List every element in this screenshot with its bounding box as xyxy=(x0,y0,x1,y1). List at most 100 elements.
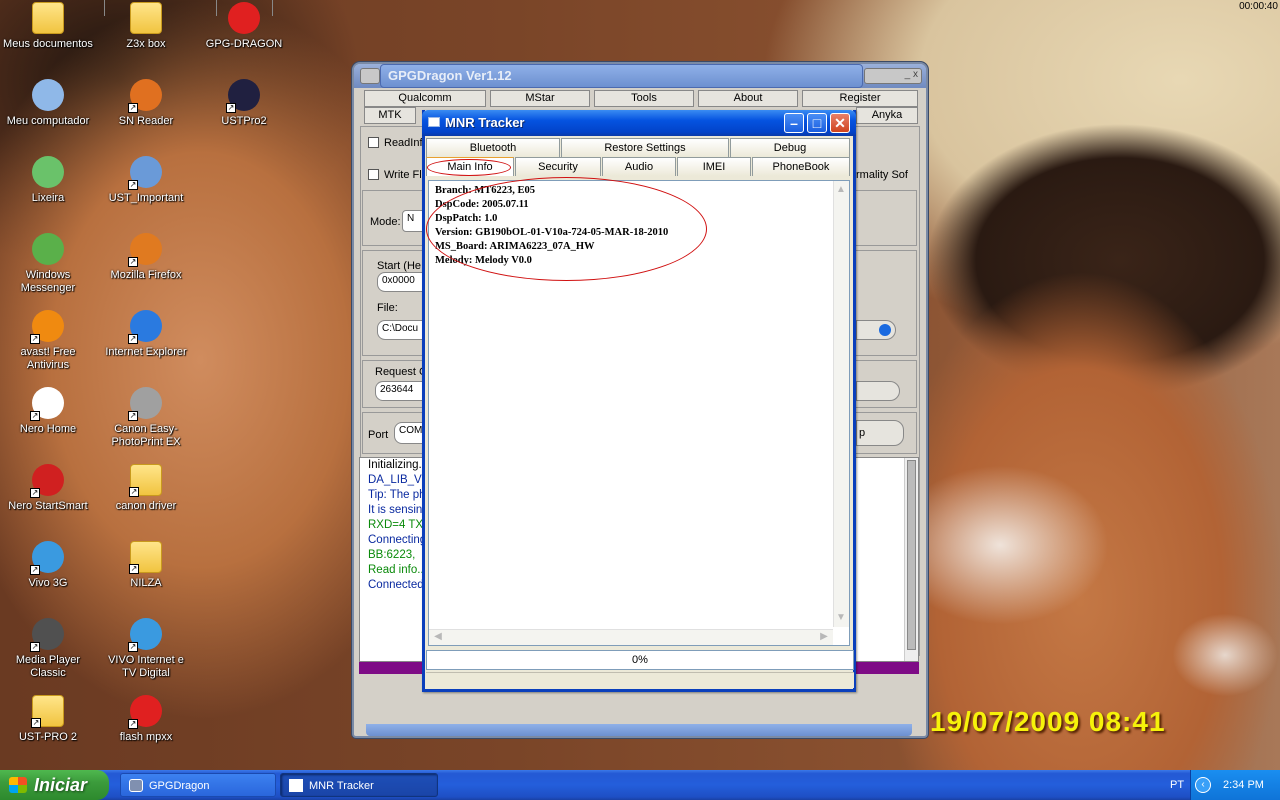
desktop-icon[interactable]: ↗ canon driver xyxy=(101,464,191,513)
file-label: File: xyxy=(377,302,398,314)
no-entry-icon xyxy=(228,2,260,34)
tab-restore-settings[interactable]: Restore Settings xyxy=(561,138,729,157)
tab-anyka[interactable]: Anyka xyxy=(856,107,918,124)
tab-debug[interactable]: Debug xyxy=(730,138,850,157)
port-button[interactable]: p xyxy=(856,420,904,446)
desktop-icon[interactable]: ↗ SN Reader xyxy=(101,79,191,128)
desktop-icon[interactable]: ↗ Internet Explorer xyxy=(101,310,191,359)
gpgdragon-title: GPGDragon Ver1.12 xyxy=(388,68,512,83)
desktop-icon-label: Internet Explorer xyxy=(105,346,187,358)
file-path-input[interactable]: C:\Docu xyxy=(377,320,423,340)
start-button[interactable]: Iniciar xyxy=(0,770,109,800)
start-label: Start (He xyxy=(377,260,422,272)
desktop-icon-label: flash mpxx xyxy=(119,731,173,743)
request-code-input[interactable]: 263644 xyxy=(375,381,423,401)
desktop-icon[interactable]: Lixeira xyxy=(3,156,93,205)
tab-mstar[interactable]: MStar xyxy=(490,90,590,107)
desktop-icon[interactable]: ↗ avast! Free Antivirus xyxy=(3,310,93,372)
recycle-bin-icon xyxy=(32,156,64,188)
vivo-icon: ↗ xyxy=(128,618,162,652)
tab-security[interactable]: Security xyxy=(515,157,601,176)
desktop-icon[interactable]: GPG-DRAGON xyxy=(199,2,289,51)
annotation-oval-info xyxy=(426,177,707,281)
photo-date-stamp: 19/07/2009 08:41 xyxy=(930,706,1166,737)
desktop-icon[interactable]: ↗ Media Player Classic xyxy=(3,618,93,680)
chevron-left-icon[interactable]: ‹ xyxy=(1195,777,1211,793)
gpgdragon-titlebar[interactable]: GPGDragon Ver1.12 _ x xyxy=(354,64,926,88)
shortcut-arrow-icon: ↗ xyxy=(30,565,40,575)
start-address-input[interactable]: 0x0000 xyxy=(377,272,423,292)
browse-button[interactable] xyxy=(856,320,896,340)
log-scrollbar[interactable] xyxy=(904,458,918,661)
minimize-button[interactable]: – xyxy=(784,113,804,133)
tab-tools[interactable]: Tools xyxy=(594,90,694,107)
scroll-left-icon[interactable]: ◀ xyxy=(431,630,445,644)
maximize-button[interactable]: □ xyxy=(807,113,827,133)
tab-mtk[interactable]: MTK xyxy=(364,107,416,124)
mnr-title: MNR Tracker xyxy=(445,115,525,130)
window-icon xyxy=(428,117,440,127)
taskbar-item-gpgdragon[interactable]: GPGDragon xyxy=(120,773,276,797)
desktop-icon[interactable]: ↗ Canon Easy-PhotoPrint EX xyxy=(101,387,191,449)
mnr-titlebar[interactable]: MNR Tracker – □ ✕ xyxy=(422,110,856,136)
desktop-icon[interactable]: ↗ Nero StartSmart xyxy=(3,464,93,513)
shortcut-arrow-icon: ↗ xyxy=(128,642,138,652)
tab-register[interactable]: Register xyxy=(802,90,918,107)
desktop-icon[interactable]: ↗ NILZA xyxy=(101,541,191,590)
mnr-progress-bar: 0% xyxy=(426,650,854,670)
elapsed-timer: 00:00:40 xyxy=(1239,1,1278,12)
port-select[interactable]: COM xyxy=(394,422,424,444)
my-documents-icon xyxy=(32,2,64,34)
folder-icon xyxy=(130,2,162,34)
desktop-icon[interactable]: Meus documentos xyxy=(3,2,93,51)
scroll-right-icon[interactable]: ▶ xyxy=(817,630,831,644)
desktop-icon[interactable]: ↗ Nero Home xyxy=(3,387,93,436)
shortcut-arrow-icon: ↗ xyxy=(128,411,138,421)
desktop-icon[interactable]: Windows Messenger xyxy=(3,233,93,295)
folder-icon: ↗ xyxy=(129,464,162,497)
mode-select[interactable]: N xyxy=(402,210,424,232)
desktop-icon[interactable]: ↗ UST_Important xyxy=(101,156,191,205)
language-indicator[interactable]: PT xyxy=(1170,770,1184,800)
tab-phonebook[interactable]: PhoneBook xyxy=(752,157,850,176)
tab-qualcomm[interactable]: Qualcomm xyxy=(364,90,486,107)
taskbar-item-label: MNR Tracker xyxy=(309,780,374,792)
desktop-icon[interactable]: Z3x box xyxy=(101,2,191,51)
log-scroll-thumb[interactable] xyxy=(907,460,916,650)
desktop-icon-label: Nero Home xyxy=(19,423,77,435)
tab-about[interactable]: About xyxy=(698,90,798,107)
shortcut-arrow-icon: ↗ xyxy=(128,180,138,190)
window-controls[interactable]: _ x xyxy=(864,68,922,84)
nero-startsmart-icon: ↗ xyxy=(30,464,64,498)
tab-audio[interactable]: Audio xyxy=(602,157,676,176)
desktop-icon[interactable]: ↗ Mozilla Firefox xyxy=(101,233,191,282)
desktop: Meus documentos Z3x box GPG-DRAGON Meu comp… xyxy=(0,0,1280,770)
desktop-icon[interactable]: ↗ flash mpxx xyxy=(101,695,191,744)
shortcut-arrow-icon: ↗ xyxy=(129,487,139,497)
taskbar-item-mnr-tracker[interactable]: MNR Tracker xyxy=(280,773,438,797)
desktop-icon-label: GPG-DRAGON xyxy=(205,38,283,50)
desktop-icon[interactable]: ↗ Vivo 3G xyxy=(3,541,93,590)
folder-icon: ↗ xyxy=(31,695,64,728)
tab-bluetooth[interactable]: Bluetooth xyxy=(426,138,560,157)
shortcut-arrow-icon: ↗ xyxy=(30,488,40,498)
tab-imei[interactable]: IMEI xyxy=(677,157,751,176)
desktop-icon[interactable]: ↗ VIVO Internet e TV Digital xyxy=(101,618,191,680)
desktop-icon[interactable]: ↗ UST-PRO 2 xyxy=(3,695,93,744)
info-vertical-scrollbar[interactable]: ▲ ▼ xyxy=(833,181,849,627)
shortcut-arrow-icon: ↗ xyxy=(128,103,138,113)
request-button[interactable] xyxy=(856,381,900,401)
desktop-icon[interactable]: ↗ USTPro2 xyxy=(199,79,289,128)
system-menu-icon[interactable] xyxy=(360,68,380,84)
info-horizontal-scrollbar[interactable]: ◀ ▶ xyxy=(429,629,833,645)
writeflash-checkbox[interactable] xyxy=(368,169,379,180)
scroll-down-icon[interactable]: ▼ xyxy=(834,611,848,625)
desktop-icon[interactable]: Meu computador xyxy=(3,79,93,128)
readinfo-label: ReadInf xyxy=(384,137,423,149)
readinfo-checkbox[interactable] xyxy=(368,137,379,148)
clock[interactable]: 2:34 PM xyxy=(1223,770,1264,800)
scroll-up-icon[interactable]: ▲ xyxy=(834,183,848,197)
desktop-icon-label: Nero StartSmart xyxy=(8,500,88,512)
close-button[interactable]: ✕ xyxy=(830,113,850,133)
nero-home-icon: ↗ xyxy=(30,387,64,421)
